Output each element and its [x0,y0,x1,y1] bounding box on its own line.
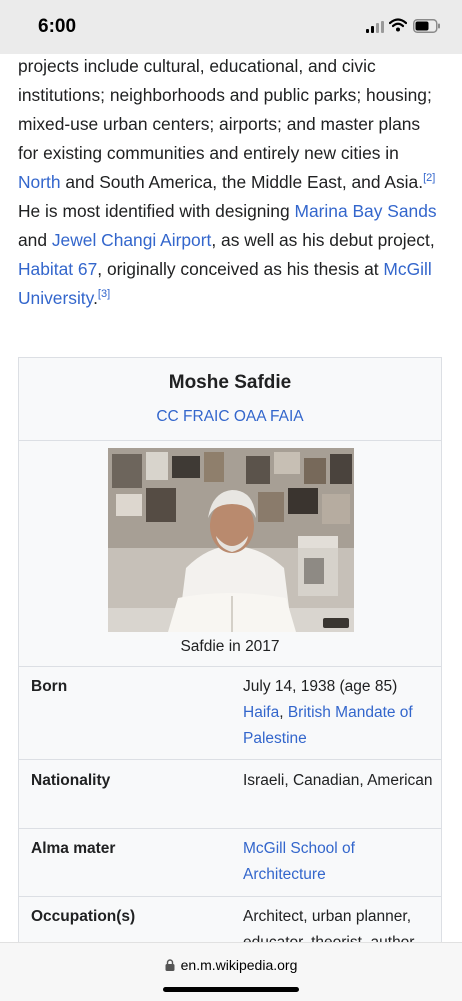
link-mcgill-school-of-architecture[interactable]: McGill School of Architecture [243,840,355,883]
article-text: projects include cultural, educational, … [18,52,438,313]
home-indicator[interactable] [163,987,299,992]
link-north[interactable]: North [18,172,61,192]
divider [19,440,441,441]
occupation-label: Occupation(s) [31,908,136,925]
link-marina-bay-sands[interactable]: Marina Bay Sands [294,201,436,221]
url-text: en.m.wikipedia.org [180,957,298,973]
divider [19,896,441,897]
browser-url-bar[interactable]: en.m.wikipedia.org [0,942,462,1001]
url-display[interactable]: en.m.wikipedia.org [0,957,462,973]
article-paragraph: projects include cultural, educational, … [18,56,437,308]
divider [19,828,441,829]
nationality-label: Nationality [31,772,111,789]
infobox-photo[interactable] [108,448,354,632]
divider [19,666,441,667]
reference-2[interactable]: [2] [423,172,435,184]
divider [19,759,441,760]
nationality-value: Israeli, Canadian, American [243,772,433,789]
battery-icon [413,19,440,33]
link-habitat-67[interactable]: Habitat 67 [18,259,97,279]
alma-mater-value: McGill School of Architecture [243,836,433,888]
wifi-icon [389,18,407,32]
alma-mater-label: Alma mater [31,840,116,857]
infobox-caption: Safdie in 2017 [180,638,280,655]
born-label: Born [31,678,68,695]
infobox: Moshe Safdie CC FRAIC OAA FAIA Safdie in… [18,357,442,957]
lock-icon [165,959,175,971]
infobox-title: Moshe Safdie [168,372,292,393]
cellular-signal-icon [366,21,384,33]
link-jewel-changi-airport[interactable]: Jewel Changi Airport [52,230,212,250]
link-haifa[interactable]: Haifa [243,704,279,721]
status-time: 6:00 [38,16,77,37]
reference-3[interactable]: [3] [98,288,110,300]
born-value: July 14, 1938 (age 85) Haifa, British Ma… [243,678,413,747]
status-bar: 6:00 [0,0,462,54]
infobox-postnominals[interactable]: CC FRAIC OAA FAIA [19,408,441,426]
